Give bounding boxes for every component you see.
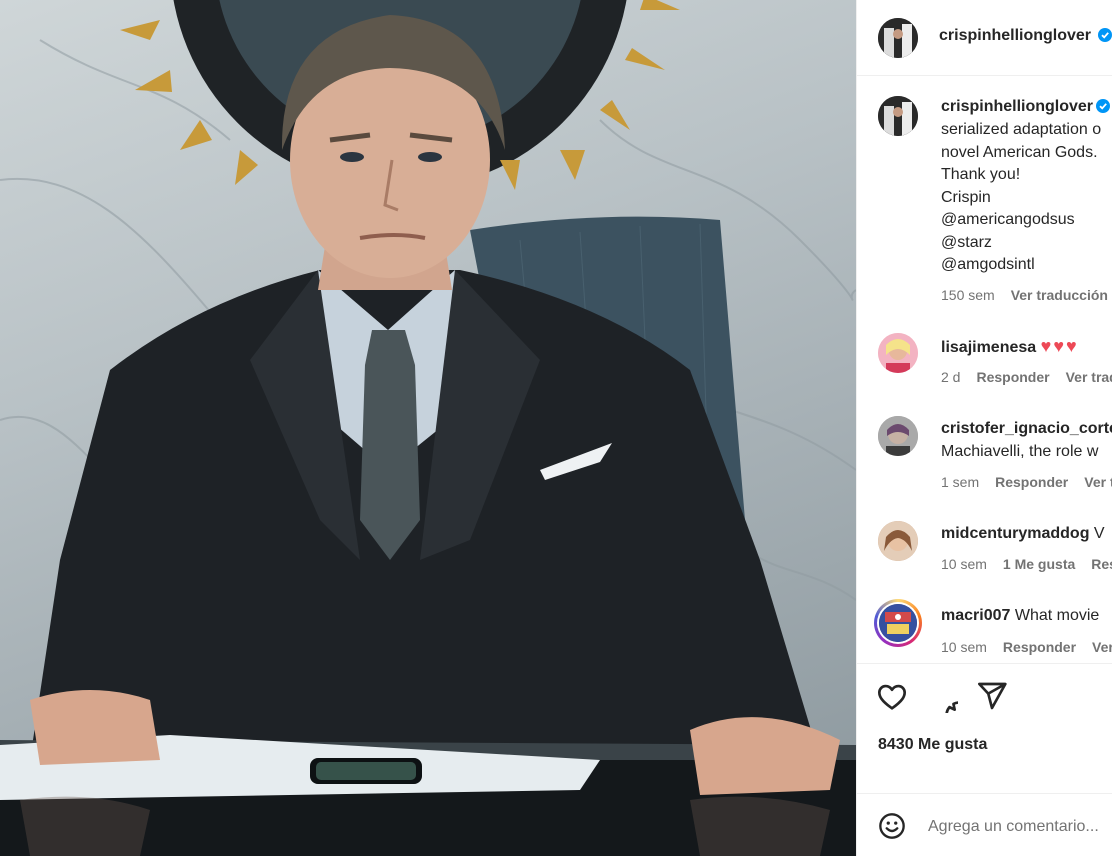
comment-time[interactable]: 1 sem <box>941 474 979 490</box>
mention-link[interactable]: @starz <box>941 232 992 255</box>
comment-username[interactable]: cristofer_ignacio_corte <box>941 420 1112 437</box>
emoji-icon[interactable] <box>878 812 906 840</box>
comment-time[interactable]: 10 sem <box>941 556 987 572</box>
comment-likes[interactable]: 1 Me gusta <box>1003 556 1075 572</box>
translate-link[interactable]: Ver trad <box>1066 369 1112 385</box>
translate-link[interactable]: Ver traducción <box>1011 287 1108 303</box>
likes-count[interactable]: 8430 Me gusta <box>878 736 987 754</box>
caption-time[interactable]: 150 sem <box>941 287 995 303</box>
avatar-image <box>878 96 918 136</box>
comments-list[interactable]: crispinhellionglover serialized adaptati… <box>857 76 1112 663</box>
avatar-image <box>879 604 917 642</box>
comment-text: V <box>1093 525 1105 542</box>
author-username[interactable]: crispinhellionglover <box>939 27 1091 44</box>
mention-link[interactable]: @americangodsus <box>941 209 1075 232</box>
verified-icon <box>1096 99 1111 113</box>
story-ring[interactable] <box>874 599 922 647</box>
comment-time[interactable]: 2 d <box>941 369 960 385</box>
caption-username[interactable]: crispinhellionglover <box>941 98 1093 115</box>
avatar-image <box>878 333 918 373</box>
comment-text: ♥♥♥ <box>1040 336 1079 356</box>
post-photo-illustration <box>0 0 856 856</box>
comment-text: Machiavelli, the role w <box>941 443 1099 460</box>
comment-time[interactable]: 10 sem <box>941 639 987 655</box>
share-icon[interactable] <box>976 680 1008 712</box>
avatar-image <box>878 18 918 58</box>
translate-link[interactable]: Ver <box>1092 639 1112 655</box>
commenter-avatar[interactable] <box>878 521 918 561</box>
comment-icon[interactable] <box>926 681 958 713</box>
commenter-avatar[interactable] <box>879 604 917 642</box>
commenter-avatar[interactable] <box>878 333 918 373</box>
comment-username[interactable]: midcenturymaddog <box>941 525 1089 542</box>
reply-button[interactable]: Res <box>1091 556 1112 572</box>
comment-text: What movie <box>1014 607 1100 624</box>
caption-line: serialized adaptation o <box>941 121 1102 138</box>
reply-button[interactable]: Responder <box>976 369 1049 385</box>
commenter-avatar[interactable] <box>878 416 918 456</box>
translate-link[interactable]: Ver t <box>1084 474 1112 490</box>
avatar-image <box>878 521 918 561</box>
heart-icon[interactable] <box>876 681 908 713</box>
caption-avatar[interactable] <box>878 96 918 136</box>
avatar-image <box>878 416 918 456</box>
mention-link[interactable]: @amgodsintl <box>941 254 1035 277</box>
caption-line: Crispin <box>941 189 991 206</box>
post-image[interactable] <box>0 0 856 856</box>
comment-input[interactable]: Agrega un comentario... <box>928 818 1099 836</box>
reply-button[interactable]: Responder <box>995 474 1068 490</box>
add-comment-bar: Agrega un comentario... <box>857 793 1112 856</box>
post-header: crispinhellionglover <box>857 0 1112 76</box>
caption-line: novel American Gods. <box>941 144 1098 161</box>
comment-username[interactable]: lisajimenesa <box>941 339 1036 356</box>
post-sidebar: crispinhellionglover crispinhellionglove… <box>856 0 1112 856</box>
author-avatar[interactable] <box>878 18 918 58</box>
verified-icon <box>1098 28 1112 42</box>
post-actions: 8430 Me gusta <box>857 663 1112 794</box>
caption-line: Thank you! <box>941 166 1021 183</box>
reply-button[interactable]: Responder <box>1003 639 1076 655</box>
comment-username[interactable]: macri007 <box>941 607 1010 624</box>
